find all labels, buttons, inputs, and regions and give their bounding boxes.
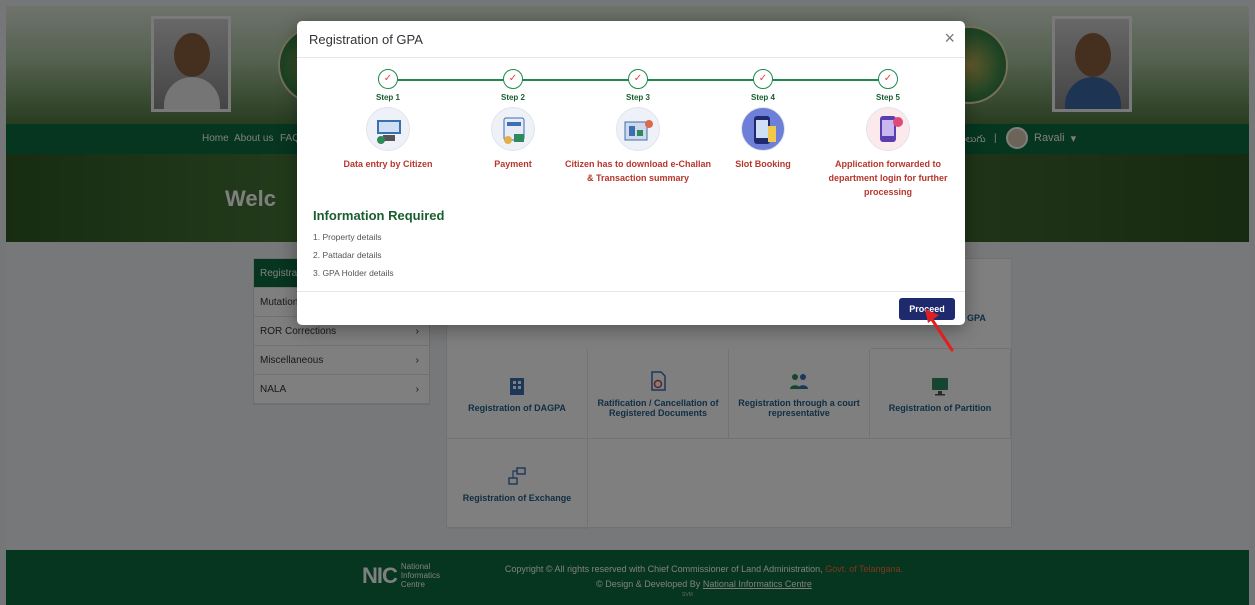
- information-required-heading: Information Required: [313, 208, 445, 223]
- download-icon: [616, 107, 660, 151]
- close-icon[interactable]: ×: [944, 29, 955, 47]
- check-icon: ✓: [503, 69, 523, 89]
- modal-header: Registration of GPA ×: [297, 21, 965, 58]
- check-icon: ✓: [378, 69, 398, 89]
- information-required-list: 1. Property details 2. Pattadar details …: [313, 228, 394, 282]
- payment-icon: [491, 107, 535, 151]
- registration-gpa-modal: Registration of GPA × ✓ Step 1 Data entr…: [297, 21, 965, 325]
- step-label: Application forwarded to department logi…: [828, 159, 948, 197]
- check-icon: ✓: [753, 69, 773, 89]
- annotation-arrow-icon: [925, 309, 954, 352]
- modal-footer: [297, 291, 965, 292]
- list-item: 3. GPA Holder details: [313, 268, 394, 278]
- check-icon: ✓: [628, 69, 648, 89]
- slot-booking-icon: [741, 107, 785, 151]
- list-item: 1. Property details: [313, 232, 382, 242]
- forward-icon: [866, 107, 910, 151]
- check-icon: ✓: [878, 69, 898, 89]
- list-item: 2. Pattadar details: [313, 250, 382, 260]
- data-entry-icon: [366, 107, 410, 151]
- modal-title: Registration of GPA: [309, 32, 423, 47]
- step-number: Step 5: [875, 93, 900, 102]
